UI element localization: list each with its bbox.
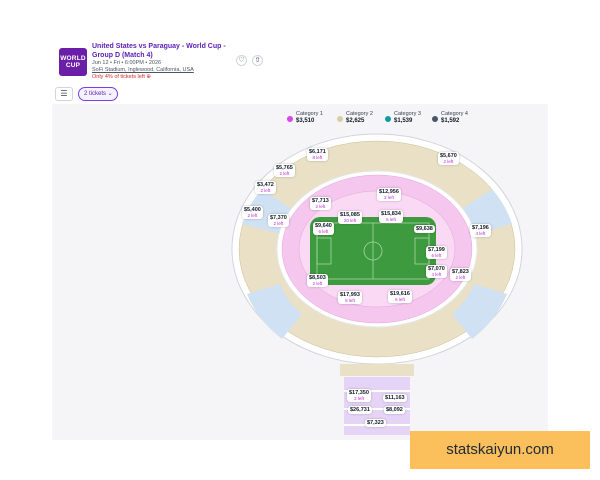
category-1-color-dot xyxy=(287,116,293,122)
price-pin[interactable]: $15,085 20 left xyxy=(338,211,362,224)
pin-availability: 2 left xyxy=(279,171,290,176)
pin-availability: 8 left xyxy=(345,298,355,303)
legend-price: $3,510 xyxy=(296,118,315,124)
pin-availability: 2 left xyxy=(443,159,454,164)
legend-category-3[interactable]: Category 3 $1,539 xyxy=(385,111,433,129)
price-pin[interactable]: $7,070 4 left xyxy=(426,265,447,278)
price-pin[interactable]: $7,713 2 left xyxy=(310,197,331,210)
pin-availability: 4 left xyxy=(431,272,442,277)
legend-name: Category 3 xyxy=(394,111,421,117)
pin-price: $26,731 xyxy=(350,407,370,413)
pin-availability: 2 left xyxy=(273,221,284,226)
pin-availability: 6 left xyxy=(395,297,405,302)
price-pin[interactable]: $5,670 2 left xyxy=(438,152,459,165)
south-annex-top[interactable] xyxy=(340,364,414,376)
price-pin[interactable]: $5,400 2 left xyxy=(242,206,263,219)
pin-availability: 2 left xyxy=(260,188,271,193)
category-3-color-dot xyxy=(385,116,391,122)
price-pin[interactable]: $8,503 2 left xyxy=(307,274,328,287)
category-2-color-dot xyxy=(337,116,343,122)
legend-name: Category 2 xyxy=(346,111,373,117)
price-pin[interactable]: $17,993 8 left xyxy=(338,291,362,304)
price-pin[interactable]: $17,350 2 left xyxy=(347,389,371,402)
pin-availability: 4 left xyxy=(475,231,486,236)
price-pin[interactable]: $7,823 2 left xyxy=(450,268,471,281)
legend-category-1[interactable]: Category 1 $3,510 xyxy=(287,111,335,129)
legend-category-4[interactable]: Category 4 $1,592 xyxy=(432,111,480,129)
event-title[interactable]: United States vs Paraguay - World Cup - … xyxy=(92,42,232,60)
stadium-svg xyxy=(231,133,523,435)
ticket-quantity-select[interactable]: 2 tickets ⌄ xyxy=(78,87,118,101)
share-button[interactable]: ⇧ xyxy=(252,55,263,66)
event-date: Jun 12 • Fri • 6:00PM • 2026 xyxy=(92,60,162,66)
pin-availability: 2 left xyxy=(315,204,326,209)
sliders-icon: ☰ xyxy=(60,89,68,98)
price-pin[interactable]: $11,163 xyxy=(383,394,407,402)
price-pin[interactable]: $7,196 4 left xyxy=(470,224,491,237)
pin-availability: 2 left xyxy=(455,275,466,280)
filter-button[interactable]: ☰ xyxy=(55,87,73,101)
legend-category-2[interactable]: Category 2 $2,625 xyxy=(337,111,385,129)
watermark-banner: statskaiyun.com xyxy=(410,431,590,469)
pin-availability: 6 left xyxy=(318,229,329,234)
share-icon: ⇧ xyxy=(254,57,261,64)
legend-price: $2,625 xyxy=(346,118,365,124)
price-pin[interactable]: $7,323 xyxy=(365,419,386,427)
event-header: WORLD CUP United States vs Paraguay - Wo… xyxy=(52,38,552,88)
price-pin[interactable]: $3,472 2 left xyxy=(255,181,276,194)
pin-price: $7,323 xyxy=(367,420,384,426)
price-pin[interactable]: $7,370 2 left xyxy=(268,214,289,227)
pin-availability: 8 left xyxy=(312,155,323,160)
legend-price: $1,592 xyxy=(441,118,460,124)
logo-line1: WORLD xyxy=(60,55,86,62)
stadium-map[interactable]: $6,171 8 left $5,765 2 left $5,670 2 left $… xyxy=(52,104,548,440)
legend-name: Category 1 xyxy=(296,111,323,117)
logo-line2: CUP xyxy=(65,62,81,69)
favorite-button[interactable]: ♡ xyxy=(236,55,247,66)
price-pin[interactable]: $5,765 2 left xyxy=(274,164,295,177)
price-pin[interactable]: $9,638 xyxy=(414,225,435,233)
legend-price: $1,539 xyxy=(394,118,413,124)
price-pin[interactable]: $6,171 8 left xyxy=(307,148,328,161)
pin-availability: 6 left xyxy=(431,253,442,258)
pin-availability: 2 left xyxy=(247,213,258,218)
pin-availability: 2 left xyxy=(354,396,364,401)
venue-link[interactable]: SoFi Stadium, Inglewood, California, USA xyxy=(92,67,194,73)
price-pin[interactable]: $7,199 6 left xyxy=(426,246,447,259)
pin-availability: 20 left xyxy=(343,218,357,223)
category-4-color-dot xyxy=(432,116,438,122)
pin-price: $11,163 xyxy=(385,395,405,401)
price-pin[interactable]: $26,731 xyxy=(348,406,372,414)
pin-availability: 6 left xyxy=(386,217,396,222)
price-pin[interactable]: $15,834 6 left xyxy=(379,210,403,223)
price-pin[interactable]: $8,092 xyxy=(384,406,405,414)
pin-price: $9,638 xyxy=(416,226,433,232)
world-cup-logo: WORLD CUP xyxy=(59,48,87,76)
price-pin[interactable]: $9,640 6 left xyxy=(313,222,334,235)
price-pin[interactable]: $12,956 2 left xyxy=(377,188,401,201)
tickets-left-alert: Only 4% of tickets left ⊕ xyxy=(92,74,152,80)
pin-availability: 2 left xyxy=(384,195,394,200)
pin-availability: 2 left xyxy=(312,281,323,286)
legend-name: Category 4 xyxy=(441,111,468,117)
pin-price: $8,092 xyxy=(386,407,403,413)
price-pin[interactable]: $19,616 6 left xyxy=(388,290,412,303)
heart-icon: ♡ xyxy=(238,57,245,64)
